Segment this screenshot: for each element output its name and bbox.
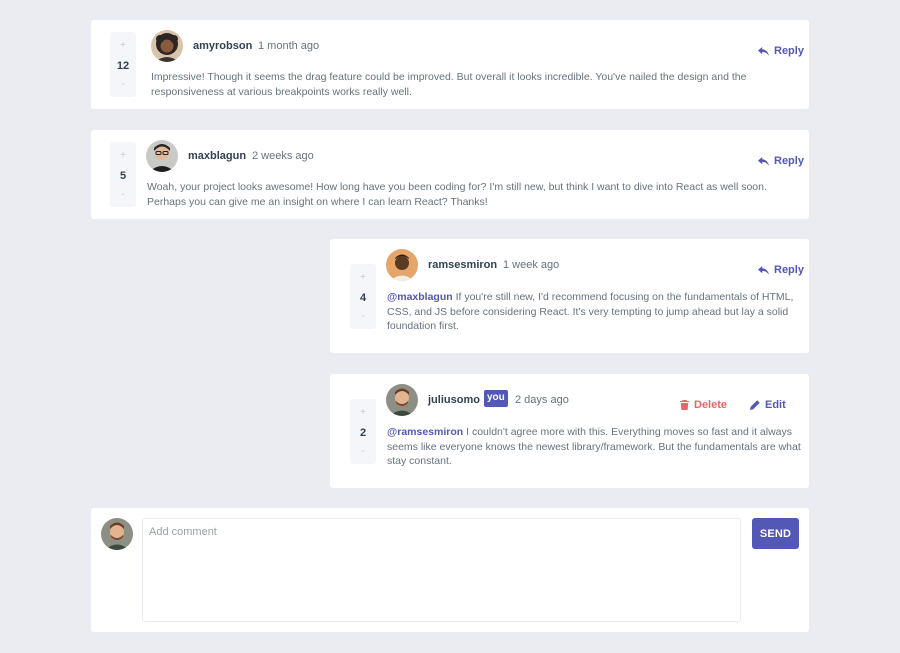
reply-button[interactable]: Reply [758, 45, 804, 57]
downvote-button[interactable]: - [121, 80, 124, 90]
vote-count: 2 [359, 426, 367, 439]
trash-icon [680, 400, 689, 410]
upvote-button[interactable]: + [360, 273, 366, 283]
comment-text: Impressive! Though it seems the drag fea… [151, 71, 747, 98]
vote-control: + 5 - [110, 142, 136, 207]
edit-label: Edit [765, 399, 786, 411]
pencil-icon [750, 400, 760, 410]
comment-timestamp: 2 weeks ago [252, 150, 314, 162]
reply-button[interactable]: Reply [758, 264, 804, 276]
mention-link[interactable]: @maxblagun [387, 291, 453, 303]
comment-text: Woah, your project looks awesome! How lo… [147, 181, 767, 208]
reply-label: Reply [774, 264, 804, 276]
edit-button[interactable]: Edit [750, 399, 786, 411]
comment-username[interactable]: maxblagun [188, 150, 246, 162]
reply-icon [758, 46, 769, 56]
vote-count: 4 [359, 291, 367, 304]
reply-icon [758, 265, 769, 275]
avatar [151, 30, 183, 62]
avatar [146, 140, 178, 172]
vote-count: 5 [119, 169, 127, 182]
add-comment-card: SEND [91, 508, 809, 632]
vote-control: + 2 - [350, 399, 376, 464]
upvote-button[interactable]: + [120, 151, 126, 161]
comment-username[interactable]: juliusomo [428, 394, 480, 406]
comment-card: + 5 - maxblagun 2 weeks ago Reply Woah, … [91, 130, 809, 219]
comment-timestamp: 1 week ago [503, 259, 560, 271]
delete-label: Delete [694, 399, 728, 411]
reply-card: + 2 - juliusomo you 2 days ago Delete Ed… [330, 374, 809, 488]
upvote-button[interactable]: + [360, 408, 366, 418]
avatar [386, 249, 418, 281]
comment-text: @ramsesmiron I couldn't agree more with … [387, 425, 801, 469]
avatar [386, 384, 418, 416]
downvote-button[interactable]: - [361, 312, 364, 322]
reply-button[interactable]: Reply [758, 155, 804, 167]
reply-label: Reply [774, 155, 804, 167]
comment-timestamp: 2 days ago [515, 394, 569, 406]
vote-control: + 4 - [350, 264, 376, 329]
vote-count: 12 [116, 59, 130, 72]
mention-link[interactable]: @ramsesmiron [387, 426, 463, 438]
comment-text: @maxblagun If you're still new, I'd reco… [387, 290, 795, 334]
comment-timestamp: 1 month ago [258, 40, 320, 52]
comment-username[interactable]: ramsesmiron [428, 259, 497, 271]
downvote-button[interactable]: - [361, 447, 364, 457]
send-button[interactable]: SEND [752, 518, 799, 549]
reply-icon [758, 156, 769, 166]
reply-card: + 4 - ramsesmiron 1 week ago Reply @maxb… [330, 239, 809, 353]
comment-username[interactable]: amyrobson [193, 40, 252, 52]
comment-input[interactable] [142, 518, 741, 622]
vote-control: + 12 - [110, 32, 136, 97]
you-badge: you [484, 390, 508, 407]
downvote-button[interactable]: - [121, 190, 124, 200]
upvote-button[interactable]: + [120, 41, 126, 51]
comment-card: + 12 - amyrobson 1 month ago Reply Impre… [91, 20, 809, 109]
delete-button[interactable]: Delete [680, 399, 727, 411]
current-user-avatar [101, 518, 133, 550]
reply-label: Reply [774, 45, 804, 57]
